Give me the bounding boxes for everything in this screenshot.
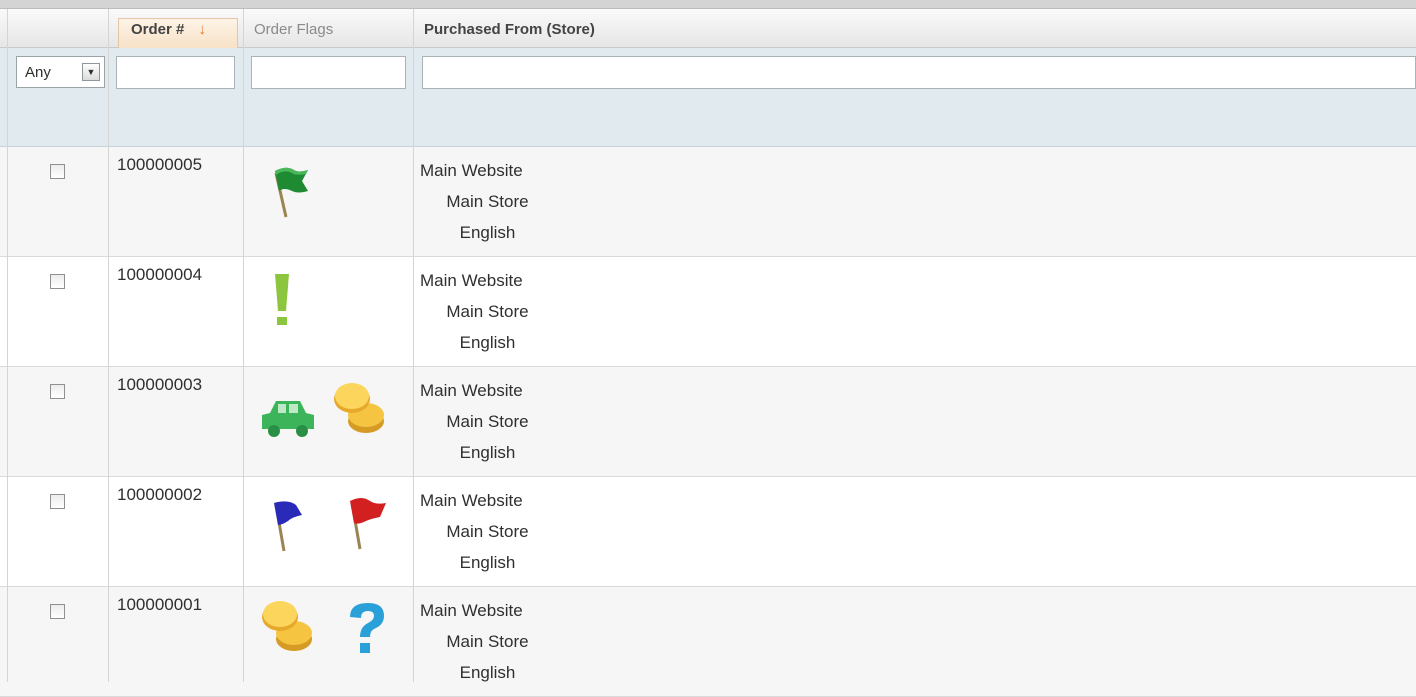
store-name: Main Store xyxy=(446,302,529,321)
order-number: 100000005 xyxy=(117,155,203,174)
order-number: 100000001 xyxy=(117,595,203,614)
store-website: Main Website xyxy=(420,381,523,400)
purchased-from-store: Main Website Main Store English xyxy=(420,265,555,358)
row-select-checkbox[interactable] xyxy=(50,384,65,399)
sort-arrow-down-icon: ↓ xyxy=(198,21,207,38)
column-divider xyxy=(108,9,109,682)
store-website: Main Website xyxy=(420,491,523,510)
green-exclamation-icon xyxy=(275,274,289,325)
order-flags-filter-input[interactable] xyxy=(251,56,406,89)
gold-coins-icon xyxy=(262,601,312,651)
store-website: Main Website xyxy=(420,271,523,290)
row-select-checkbox[interactable] xyxy=(50,604,65,619)
column-divider xyxy=(243,9,244,682)
grid-filter-row: Any ▼ xyxy=(0,48,1416,147)
orders-grid: Order # ↓ Order Flags Purchased From (St… xyxy=(0,0,1416,697)
column-divider xyxy=(413,9,414,682)
row-select-checkbox[interactable] xyxy=(50,274,65,289)
table-row: 100000001 Main Website Main Store Englis… xyxy=(0,587,1416,697)
green-car-icon xyxy=(262,401,314,437)
massaction-filter-value: Any xyxy=(25,64,51,81)
chevron-down-icon[interactable]: ▼ xyxy=(82,63,100,81)
store-website: Main Website xyxy=(420,161,523,180)
table-row: 100000002 Main Website Main Store Englis… xyxy=(0,477,1416,587)
table-row: 100000004 Main Website Main Store Englis… xyxy=(0,257,1416,367)
store-view: English xyxy=(459,443,516,462)
purchased-from-store: Main Website Main Store English xyxy=(420,595,555,688)
store-name: Main Store xyxy=(446,412,529,431)
left-border xyxy=(7,9,8,682)
store-name: Main Store xyxy=(446,632,529,651)
blue-question-icon xyxy=(350,603,384,653)
order-number: 100000003 xyxy=(117,375,203,394)
table-row: 100000005 Main Website Main Store Englis… xyxy=(0,147,1416,257)
gold-coins-icon xyxy=(334,383,384,433)
row-select-checkbox[interactable] xyxy=(50,164,65,179)
purchased-from-store: Main Website Main Store English xyxy=(420,155,555,248)
purchased-from-store: Main Website Main Store English xyxy=(420,485,555,578)
store-view: English xyxy=(459,223,516,242)
blue-flag-icon xyxy=(274,501,302,552)
store-name: Main Store xyxy=(446,192,529,211)
grid-header-row: Order # ↓ Order Flags Purchased From (St… xyxy=(0,9,1416,53)
green-flag-icon xyxy=(274,167,308,218)
purchased-from-store: Main Website Main Store English xyxy=(420,375,555,468)
store-view: English xyxy=(459,663,516,682)
table-row: 100000003 Main Website Main Store Englis… xyxy=(0,367,1416,477)
grid-top-bar xyxy=(0,0,1416,9)
order-number: 100000004 xyxy=(117,265,203,284)
row-select-checkbox[interactable] xyxy=(50,494,65,509)
massaction-filter-select[interactable]: Any ▼ xyxy=(16,56,105,88)
column-header-order-number-label: Order # xyxy=(131,21,185,38)
store-view: English xyxy=(459,553,516,572)
column-header-order-number[interactable]: Order # ↓ xyxy=(131,9,206,48)
store-filter-input[interactable] xyxy=(422,56,1416,89)
store-website: Main Website xyxy=(420,601,523,620)
column-header-purchased-from[interactable]: Purchased From (Store) xyxy=(424,9,595,48)
order-number: 100000002 xyxy=(117,485,203,504)
store-name: Main Store xyxy=(446,522,529,541)
order-number-filter-input[interactable] xyxy=(116,56,235,89)
store-view: English xyxy=(459,333,516,352)
red-flag-icon xyxy=(350,498,386,550)
column-header-order-flags[interactable]: Order Flags xyxy=(254,9,333,48)
